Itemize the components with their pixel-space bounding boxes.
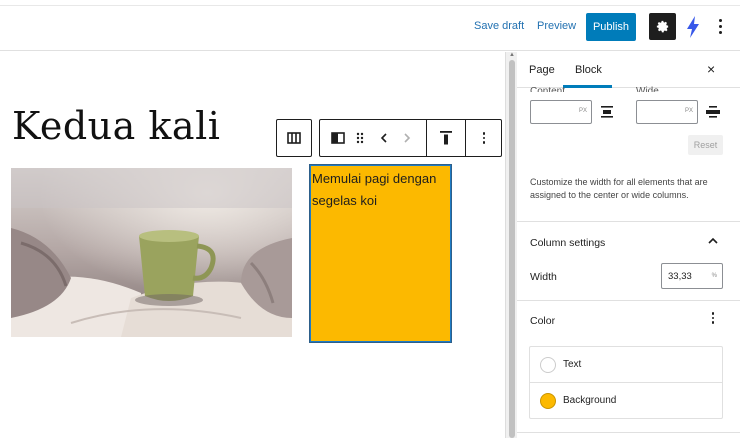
editor-canvas[interactable]: Kedua kali Memulai pagi dengan segelas k… [0,52,505,438]
select-parent-columns-button[interactable] [277,120,311,156]
chevron-right-icon [404,133,411,143]
text-color-swatch [540,357,556,373]
color-item-label: Text [563,359,582,370]
dot-icon [718,30,722,34]
section-divider [517,432,740,433]
dot-icon [482,141,486,144]
settings-button[interactable] [649,13,676,40]
page-title[interactable]: Kedua kali [12,104,220,148]
scroll-up-icon[interactable]: ▲ [509,52,515,58]
column-paragraph[interactable]: Memulai pagi dengan segelas koi [312,168,450,212]
columns-icon [287,132,301,144]
gear-icon [656,20,669,33]
column-block[interactable]: Memulai pagi dengan segelas koi + [309,164,452,343]
move-right-button[interactable] [398,120,416,156]
color-settings-panel: Text Background [529,346,723,419]
align-top-icon [440,131,452,145]
column-width-label: Width [530,271,557,283]
block-options-button[interactable] [466,120,502,156]
vertical-align-button[interactable] [428,120,464,156]
preview-button[interactable]: Preview [537,20,576,32]
justify-center-icon [601,106,613,118]
scrollbar-thumb[interactable] [509,60,515,438]
content-width-label: Content [530,86,566,92]
settings-sidebar: Page Block × Content Wide PX PX Reset Cu… [517,52,740,438]
color-section-title: Color [530,315,556,327]
publish-button[interactable]: Publish [586,13,636,41]
wide-width-input[interactable]: PX [636,100,698,124]
wide-width-label: Wide [636,86,659,92]
canvas-scrollbar[interactable]: ▲ [505,52,517,438]
color-item-text[interactable]: Text [530,347,722,383]
column-width-input[interactable]: 33,33 % [661,263,723,289]
select-parent-toolbar [276,119,312,157]
move-left-button[interactable] [375,120,393,156]
column-settings-title[interactable]: Column settings [530,237,605,249]
color-options-button[interactable] [711,312,715,324]
section-divider [517,300,740,301]
color-item-label: Background [563,395,617,406]
wide-width-unit: PX [684,108,693,114]
dot-icon [711,316,715,319]
close-icon[interactable]: × [707,61,715,77]
toolbar-separator [426,120,427,156]
block-type-button[interactable] [328,120,348,156]
header-top-strip [0,0,740,6]
coffee-cup-image[interactable] [11,168,292,337]
lightning-icon[interactable] [686,16,700,38]
dot-icon [711,321,715,324]
section-divider [517,221,740,222]
layout-help-text: Customize the width for all elements tha… [530,177,708,200]
dot-icon [718,18,722,22]
coffee-photo-illustration [11,168,292,337]
content-width-unit: PX [578,108,587,114]
drag-handle[interactable] [352,120,368,156]
tab-block[interactable]: Block [575,64,602,76]
dot-icon [711,312,715,315]
column-icon [331,132,345,144]
active-tab-indicator [563,85,612,88]
dot-icon [482,132,486,135]
tab-page[interactable]: Page [529,64,555,76]
background-color-swatch [540,393,556,409]
options-menu-button[interactable] [715,15,725,37]
sidebar-tabs: Page Block × [517,52,740,88]
column-width-unit: % [711,273,717,279]
chevron-up-icon[interactable] [707,236,719,246]
drag-handle-icon [356,132,364,144]
dot-icon [482,136,486,140]
editor-header: Save draft Preview Publish [0,0,740,51]
dot-icon [718,24,722,28]
block-toolbar [319,119,502,157]
chevron-left-icon [380,133,387,143]
reset-button[interactable]: Reset [688,135,723,155]
justify-wide-icon [706,106,720,118]
save-draft-button[interactable]: Save draft [474,20,524,32]
content-width-input[interactable]: PX [530,100,592,124]
column-width-value: 33,33 [668,271,692,282]
color-item-background[interactable]: Background [530,383,722,419]
